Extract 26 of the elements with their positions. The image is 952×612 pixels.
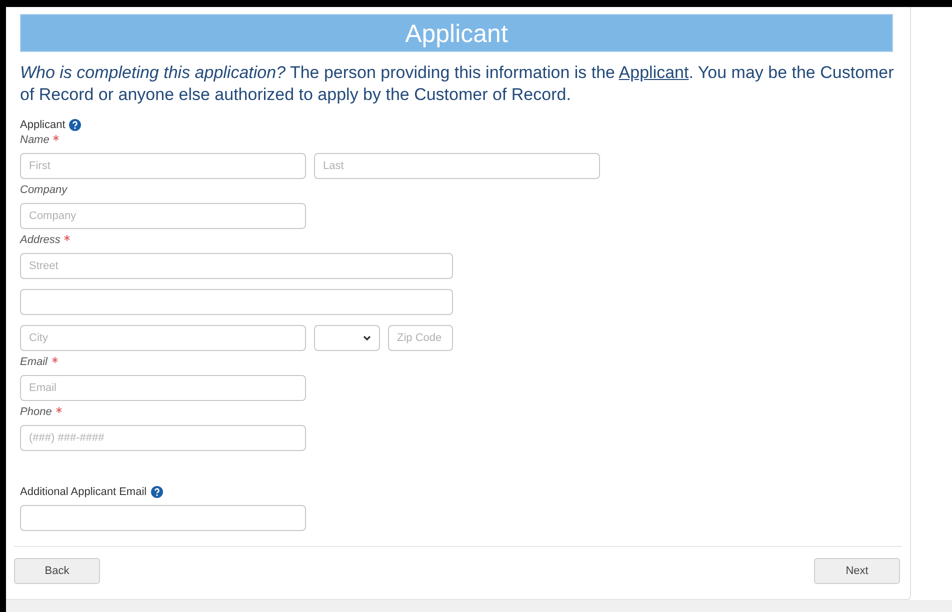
help-icon[interactable]	[150, 486, 163, 498]
dropdown[interactable]	[314, 325, 380, 351]
input-field[interactable]: Zip Code	[388, 325, 453, 351]
chevron-down-icon	[363, 335, 371, 341]
intro-text: Who is completing this application? The person providing this information is the Applicant. You may be the Customer of Record or anyone else authorized to apply by the Customer of Record.	[20, 62, 895, 106]
field-label: Email	[20, 355, 48, 369]
input-field[interactable]: Street	[20, 253, 453, 279]
field-label: Phone	[20, 405, 52, 419]
input-field[interactable]: Email	[20, 375, 306, 401]
field-label: Company	[20, 183, 68, 197]
help-icon[interactable]	[69, 119, 82, 131]
input-field[interactable]	[20, 505, 306, 531]
input-field[interactable]	[20, 289, 453, 315]
next-button[interactable]: Next	[814, 558, 900, 584]
input-field[interactable]: City	[20, 325, 306, 351]
input-field[interactable]: Company	[20, 203, 306, 229]
field-label: Additional Applicant Email	[20, 485, 147, 499]
input-field[interactable]: Last	[314, 153, 600, 179]
back-button[interactable]: Back	[14, 558, 100, 584]
input-field[interactable]: (###) ###-####	[20, 425, 306, 451]
applicant-link[interactable]: Applicant	[618, 63, 689, 82]
section-header: Applicant	[20, 14, 893, 52]
input-field[interactable]: First	[20, 153, 306, 179]
field-label: Name	[20, 133, 50, 147]
field-label: Address	[20, 233, 60, 247]
section-label: Applicant	[20, 118, 66, 132]
